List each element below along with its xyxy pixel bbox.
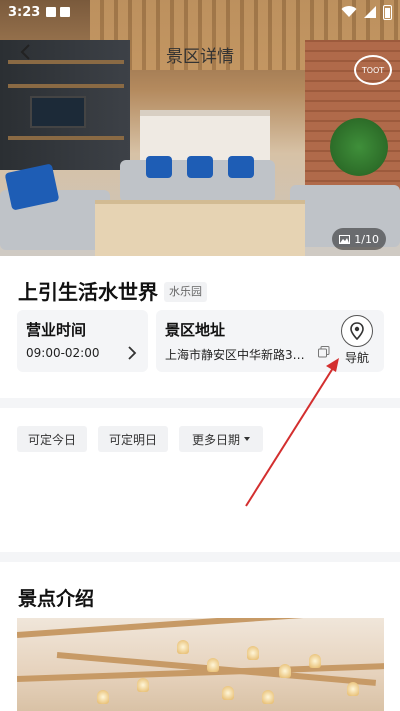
- hours-value: 09:00-02:00: [26, 346, 100, 360]
- status-bar: 3:23: [0, 0, 400, 24]
- hero-plant: [330, 118, 388, 176]
- signal-icon: [364, 6, 376, 18]
- status-time: 3:23: [8, 4, 41, 20]
- navigate-label: 导航: [344, 351, 369, 365]
- image-icon: [339, 234, 351, 244]
- notification-icon: [46, 7, 57, 17]
- navigate-icon-circle: [341, 315, 373, 347]
- place-name: 上引生活水世界: [18, 280, 158, 304]
- place-info: 上引生活水世界 水乐园 营业时间 09:00-02:00 景区地址 上海市静安区…: [0, 256, 400, 398]
- address-card[interactable]: 景区地址 上海市静安区中华新路3… 导航: [156, 310, 384, 372]
- book-tomorrow-button[interactable]: 可定明日: [98, 426, 168, 452]
- caret-down-icon: [244, 437, 250, 441]
- hero-pillow: [187, 156, 213, 178]
- location-pin-icon: [350, 322, 364, 340]
- battery-icon: [383, 4, 392, 20]
- hero-pillow: [228, 156, 254, 178]
- wifi-icon: [341, 6, 357, 18]
- hero-screen: [30, 96, 86, 128]
- notification-icon: [60, 7, 71, 17]
- book-today-button[interactable]: 可定今日: [17, 426, 87, 452]
- navigate-button[interactable]: 导航: [339, 315, 375, 367]
- photo-count-badge[interactable]: 1/10: [332, 228, 386, 250]
- hero-pillow: [146, 156, 172, 178]
- more-dates-button[interactable]: 更多日期: [179, 426, 263, 452]
- hours-card[interactable]: 营业时间 09:00-02:00: [17, 310, 148, 372]
- date-options: 可定今日 可定明日 更多日期: [0, 408, 400, 552]
- intro-title: 景点介绍: [18, 588, 95, 610]
- more-dates-label: 更多日期: [191, 432, 240, 447]
- intro-section: 景点介绍: [0, 562, 400, 711]
- hours-label: 营业时间: [26, 321, 87, 339]
- page-title: 景区详情: [166, 47, 234, 67]
- hero-table: [95, 200, 305, 256]
- chevron-right-icon: [128, 346, 137, 360]
- top-nav: 景区详情: [0, 36, 400, 68]
- copy-icon[interactable]: [318, 346, 330, 358]
- address-value: 上海市静安区中华新路3…: [165, 348, 305, 362]
- hero-counter: [140, 110, 270, 160]
- place-tag: 水乐园: [164, 282, 207, 302]
- address-label: 景区地址: [165, 321, 226, 339]
- intro-photo[interactable]: [17, 618, 384, 711]
- photo-count-text: 1/10: [354, 232, 379, 246]
